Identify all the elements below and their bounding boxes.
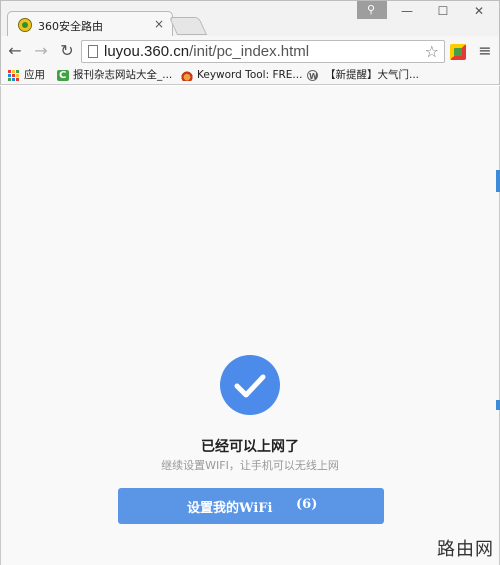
apps-grid-icon (8, 70, 20, 81)
bookmark-keyword-tool[interactable]: Keyword Tool: FRE... (181, 68, 303, 83)
minimize-button[interactable]: — (389, 2, 425, 20)
bookmark-label: 应用 (24, 69, 45, 81)
bookmarks-bar: 应用 报刊杂志网站大全_... Keyword Tool: FRE... 【新提… (0, 67, 500, 85)
flame-icon (181, 70, 193, 81)
watermark-text: 路由网 (437, 539, 494, 560)
bookmark-forum[interactable]: 【新提醒】大气门... (325, 68, 445, 83)
page-icon (88, 45, 98, 58)
close-window-button[interactable]: ✕ (461, 2, 497, 20)
maximize-button[interactable]: ☐ (425, 2, 461, 20)
back-button[interactable]: ← (5, 41, 25, 61)
tab-close-icon[interactable]: × (154, 16, 164, 32)
setup-wifi-button[interactable]: 设置我的WiFi (6) (118, 488, 384, 524)
address-bar[interactable]: luyou.360.cn/init/pc_index.html ☆ (81, 40, 445, 63)
browser-menu-button[interactable]: ≡ (475, 41, 495, 61)
forward-button[interactable]: → (31, 41, 51, 61)
background-window-edge (496, 170, 500, 192)
router-favicon-icon (18, 18, 32, 32)
green-c-icon (57, 68, 69, 83)
checkmark-icon (234, 374, 266, 398)
bookmark-apps[interactable]: 应用 (8, 68, 50, 83)
wordpress-icon (307, 69, 318, 84)
browser-titlebar: 360安全路由 × ⚲ — ☐ ✕ (0, 0, 500, 38)
browser-tab[interactable]: 360安全路由 × (7, 11, 173, 38)
bookmark-label: Keyword Tool: FRE... (197, 69, 303, 81)
status-subtitle: 继续设置WIFI，让手机可以无线上网 (161, 459, 339, 472)
tab-title: 360安全路由 (38, 20, 103, 33)
bookmark-wordpress[interactable] (307, 68, 321, 84)
browser-toolbar: ← → ↻ luyou.360.cn/init/pc_index.html ☆ … (0, 36, 500, 67)
bookmark-journals[interactable]: 报刊杂志网站大全_... (57, 68, 173, 83)
success-check-icon (220, 355, 280, 415)
bookmark-star-icon[interactable]: ☆ (425, 42, 439, 62)
extension-icon[interactable] (450, 44, 466, 60)
bookmark-label: 报刊杂志网站大全_... (73, 69, 173, 81)
url-path: /init/pc_index.html (189, 43, 310, 60)
status-title: 已经可以上网了 (201, 439, 299, 455)
background-window-edge (496, 400, 500, 410)
profile-icon: ⚲ (367, 3, 376, 16)
new-tab-button[interactable] (168, 17, 208, 35)
profile-button[interactable]: ⚲ (357, 1, 387, 19)
bookmark-label: 【新提醒】大气门... (325, 69, 420, 81)
url-text: luyou.360.cn/init/pc_index.html (104, 42, 309, 62)
url-host: luyou.360.cn (104, 43, 190, 60)
countdown-text: (6) (296, 497, 318, 512)
page-viewport: 已经可以上网了 继续设置WIFI，让手机可以无线上网 设置我的WiFi (6) (0, 86, 500, 565)
setup-wifi-label: 设置我的WiFi (187, 501, 273, 516)
reload-button[interactable]: ↻ (57, 41, 77, 61)
